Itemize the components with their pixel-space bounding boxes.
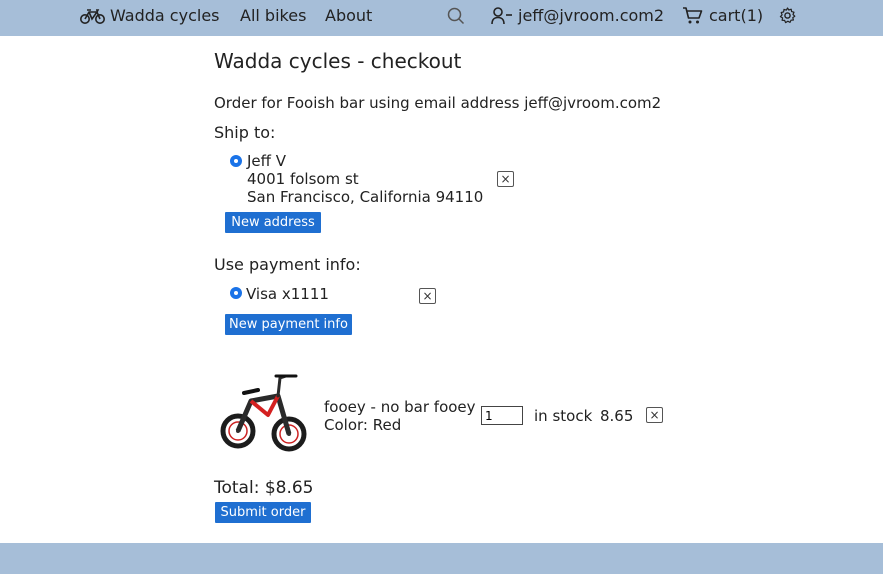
product-name: fooey - no bar fooey [324, 398, 476, 416]
product-color: Color: Red [324, 416, 402, 434]
order-summary-text: Order for Fooish bar using email address… [214, 94, 662, 112]
user-email-link[interactable]: jeff@jvroom.com2 [518, 6, 664, 25]
remove-payment-button[interactable]: × [419, 288, 436, 304]
payment-radio[interactable] [230, 287, 242, 299]
address-name: Jeff V [247, 152, 287, 170]
page-title: Wadda cycles - checkout [214, 49, 462, 73]
order-total: Total: $8.65 [214, 478, 314, 498]
stock-status: in stock [534, 407, 593, 425]
address-city: San Francisco, California 94110 [247, 188, 484, 206]
new-payment-button[interactable]: New payment info [225, 314, 352, 335]
search-icon[interactable] [447, 7, 465, 25]
all-bikes-link[interactable]: All bikes [240, 6, 306, 25]
payment-card: Visa x1111 [246, 285, 329, 303]
address-radio[interactable] [230, 155, 242, 167]
about-link[interactable]: About [325, 6, 372, 25]
submit-order-button[interactable]: Submit order [215, 502, 311, 523]
new-address-button[interactable]: New address [225, 212, 321, 233]
gear-icon[interactable] [779, 7, 796, 24]
ship-to-label: Ship to: [214, 123, 276, 142]
address-street: 4001 folsom st [247, 170, 359, 188]
cart-link[interactable]: cart(1) [709, 6, 763, 25]
quantity-input[interactable] [481, 406, 523, 425]
cart-icon[interactable] [682, 6, 703, 25]
remove-address-button[interactable]: × [497, 171, 514, 187]
brand-link[interactable]: Wadda cycles [110, 6, 220, 25]
top-nav-bar: Wadda cycles All bikes About jeff@jvroom… [0, 0, 883, 36]
payment-info-label: Use payment info: [214, 255, 361, 274]
item-price: 8.65 [600, 407, 634, 425]
product-image [220, 374, 307, 452]
bicycle-icon [80, 9, 105, 24]
footer-bar [0, 543, 883, 574]
remove-item-button[interactable]: × [646, 407, 663, 423]
user-minus-icon[interactable] [491, 7, 513, 25]
